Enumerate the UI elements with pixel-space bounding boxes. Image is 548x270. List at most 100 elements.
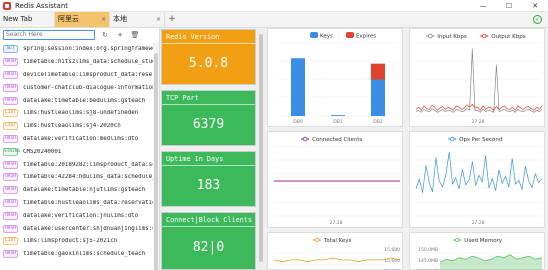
add-tab-button[interactable]: +	[165, 12, 179, 27]
series-line	[415, 48, 543, 113]
key-type-badge: HASH	[3, 211, 18, 220]
search-toolbar: ↻ + 🗑	[0, 28, 159, 41]
y-tick-label: 15,680	[384, 247, 400, 253]
legend-label: Keys	[320, 34, 333, 40]
tab-label: New Tab	[3, 15, 33, 23]
key-list-item[interactable]: STRING CMS20240001	[0, 145, 153, 158]
key-type-badge: HASH	[3, 224, 18, 233]
key-name: datalake:verification:jnulims:dto	[23, 212, 139, 219]
key-type-badge: HASH	[3, 96, 18, 105]
key-name: CMS20240001	[23, 148, 62, 155]
delete-icon[interactable]: 🗑	[130, 30, 140, 40]
card-title: Uptime In Days	[162, 152, 255, 166]
key-name: datalake:verification:medlims:dto	[23, 135, 139, 142]
key-list-item[interactable]: LIST lims:hustleaolims:sj4-2020cn	[0, 120, 153, 133]
legend-marker	[346, 32, 354, 38]
key-list-item[interactable]: HASH deviceTimetable:limsproduct_data:res…	[0, 69, 153, 82]
card-value: 5.0.8	[188, 56, 229, 71]
x-tick-label: DB2	[373, 119, 383, 125]
card-value: 183	[196, 178, 221, 193]
y-tick-label: 150.0MB	[418, 247, 438, 253]
key-type-badge: HASH	[3, 134, 18, 143]
key-list-scrollbar[interactable]	[153, 43, 159, 270]
x-tick-label: DB0	[293, 119, 303, 125]
key-list-item[interactable]: SET spring:session:index:org.springframew…	[0, 43, 153, 56]
close-icon[interactable]: ✕	[522, 0, 548, 12]
key-name: datalake:timetable:bedulims:gsteach	[23, 97, 146, 104]
total-keys-svg: Total Keys15,68015,66015,640	[273, 237, 401, 270]
key-type-badge: HASH	[3, 173, 18, 182]
legend-marker-dot	[302, 136, 308, 142]
series-line	[415, 151, 543, 193]
y-tick-label: 145.0MB	[418, 258, 438, 264]
key-name: customer-chatclub-dialogue-information	[23, 84, 153, 91]
key-list-item[interactable]: HASH timetable:42284:hdulims_data:schedul…	[0, 171, 153, 184]
tab-close-icon[interactable]: ×	[156, 12, 161, 27]
key-name: deviceTimetable:limsproduct_data:reserv	[23, 71, 153, 78]
key-list-item[interactable]: HASH customer-chatclub-dialogue-informati…	[0, 81, 153, 94]
maximize-icon[interactable]: ☐	[496, 0, 522, 12]
redis-logo-icon	[3, 1, 11, 10]
series-line	[273, 257, 401, 263]
card-title: TCP Port	[162, 91, 255, 105]
scrollbar-thumb[interactable]	[259, 34, 263, 262]
key-list-item[interactable]: HASH datalake:usercenter:shjdnuanjinglims…	[0, 222, 153, 235]
clients-card: Connect|Block Clients 82|0	[161, 212, 256, 270]
legend-marker-dot	[314, 237, 320, 243]
card-title: Connect|Block Clients	[162, 213, 255, 227]
tab-aliyun[interactable]: 阿里云 ×	[55, 12, 110, 27]
connected-clients-svg: Connected Clients 27:28	[274, 136, 400, 226]
cards-scrollbar[interactable]	[258, 28, 264, 270]
bar	[291, 58, 305, 116]
card-title: Redis Version	[162, 30, 255, 44]
key-name: lims:limsproduct:sj5-2021cn	[23, 238, 118, 245]
key-name: timetable:20189282:limsproduct_data:sch	[23, 161, 153, 168]
key-type-badge: HASH	[3, 160, 18, 169]
key-name: timetable:gaoxinlims:schedule_teach	[23, 251, 146, 258]
key-list-item[interactable]: HASH timetable:gaoxinlims:schedule_teach	[0, 248, 153, 261]
tcp-port-card: TCP Port 6379	[161, 90, 256, 146]
used-memory-svg: Used Memory150.0MB145.0MB140.0MB	[416, 237, 543, 270]
key-list-item[interactable]: HASH timetable:20189282:limsproduct_data:…	[0, 158, 153, 171]
tab-local[interactable]: 本地 ×	[110, 12, 165, 27]
card-value: 82|0	[192, 240, 225, 255]
window-controls: — ☐ ✕	[470, 0, 548, 12]
refresh-icon[interactable]: ↻	[100, 30, 110, 40]
scrollbar-thumb[interactable]	[154, 53, 158, 270]
bar	[371, 63, 385, 80]
window-title: Redis Assistant	[15, 1, 69, 10]
key-list-item[interactable]: HASH datalake:verification:jnulims:dto	[0, 209, 153, 222]
add-key-icon[interactable]: +	[115, 30, 125, 40]
key-type-badge: SET	[3, 45, 18, 54]
key-type-badge: HASH	[3, 198, 18, 207]
minimize-icon[interactable]: —	[470, 0, 496, 12]
x-tick-label: 27:28	[472, 220, 485, 226]
key-list-item[interactable]: LIST lims:hustleaolims:sj8-undefineden	[0, 107, 153, 120]
key-name: timetable:hitszlims_data:schedule_stude	[23, 59, 153, 66]
ops-per-second-chart: Ops Per Second 27:28	[409, 131, 545, 228]
key-type-badge: HASH	[3, 250, 18, 259]
key-list-item[interactable]: HASH timetable:hustleaolims_data:reservat…	[0, 197, 153, 210]
legend-label: Used Memory	[464, 238, 503, 244]
title-bar: Redis Assistant — ☐ ✕	[0, 0, 548, 12]
search-input[interactable]	[3, 29, 95, 40]
keys-expires-svg: Keys Expires DB0 DB1 DB2	[278, 32, 398, 125]
x-tick-label: 27:28	[330, 220, 343, 226]
tab-new-tab[interactable]: New Tab	[0, 12, 55, 27]
tab-close-icon[interactable]: ×	[101, 12, 106, 27]
tab-label: 本地	[113, 15, 127, 23]
tab-label: 阿里云	[58, 15, 79, 23]
key-list-item[interactable]: HASH datalake:timetable:njutlims:gsteach	[0, 184, 153, 197]
bar	[331, 115, 345, 116]
key-type-badge: LIST	[3, 109, 18, 118]
key-type-badge: LIST	[3, 237, 18, 246]
legend-marker-dot	[450, 136, 455, 142]
key-list-item[interactable]: HASH datalake:verification:medlims:dto	[0, 133, 153, 146]
key-name: datalake:timetable:njutlims:gsteach	[23, 187, 146, 194]
key-list-item[interactable]: HASH timetable:hitszlims_data:schedule_st…	[0, 56, 153, 69]
key-list-item[interactable]: HASH datalake:timetable:bedulims:gsteach	[0, 94, 153, 107]
key-list-item[interactable]: LIST lims:limsproduct:sj5-2021cn	[0, 235, 153, 248]
key-name: timetable:42284:hdulims_data:schedule_t	[23, 174, 153, 181]
legend-label: Total Keys	[323, 238, 352, 244]
ops-per-second-svg: Ops Per Second 27:28	[415, 136, 543, 226]
